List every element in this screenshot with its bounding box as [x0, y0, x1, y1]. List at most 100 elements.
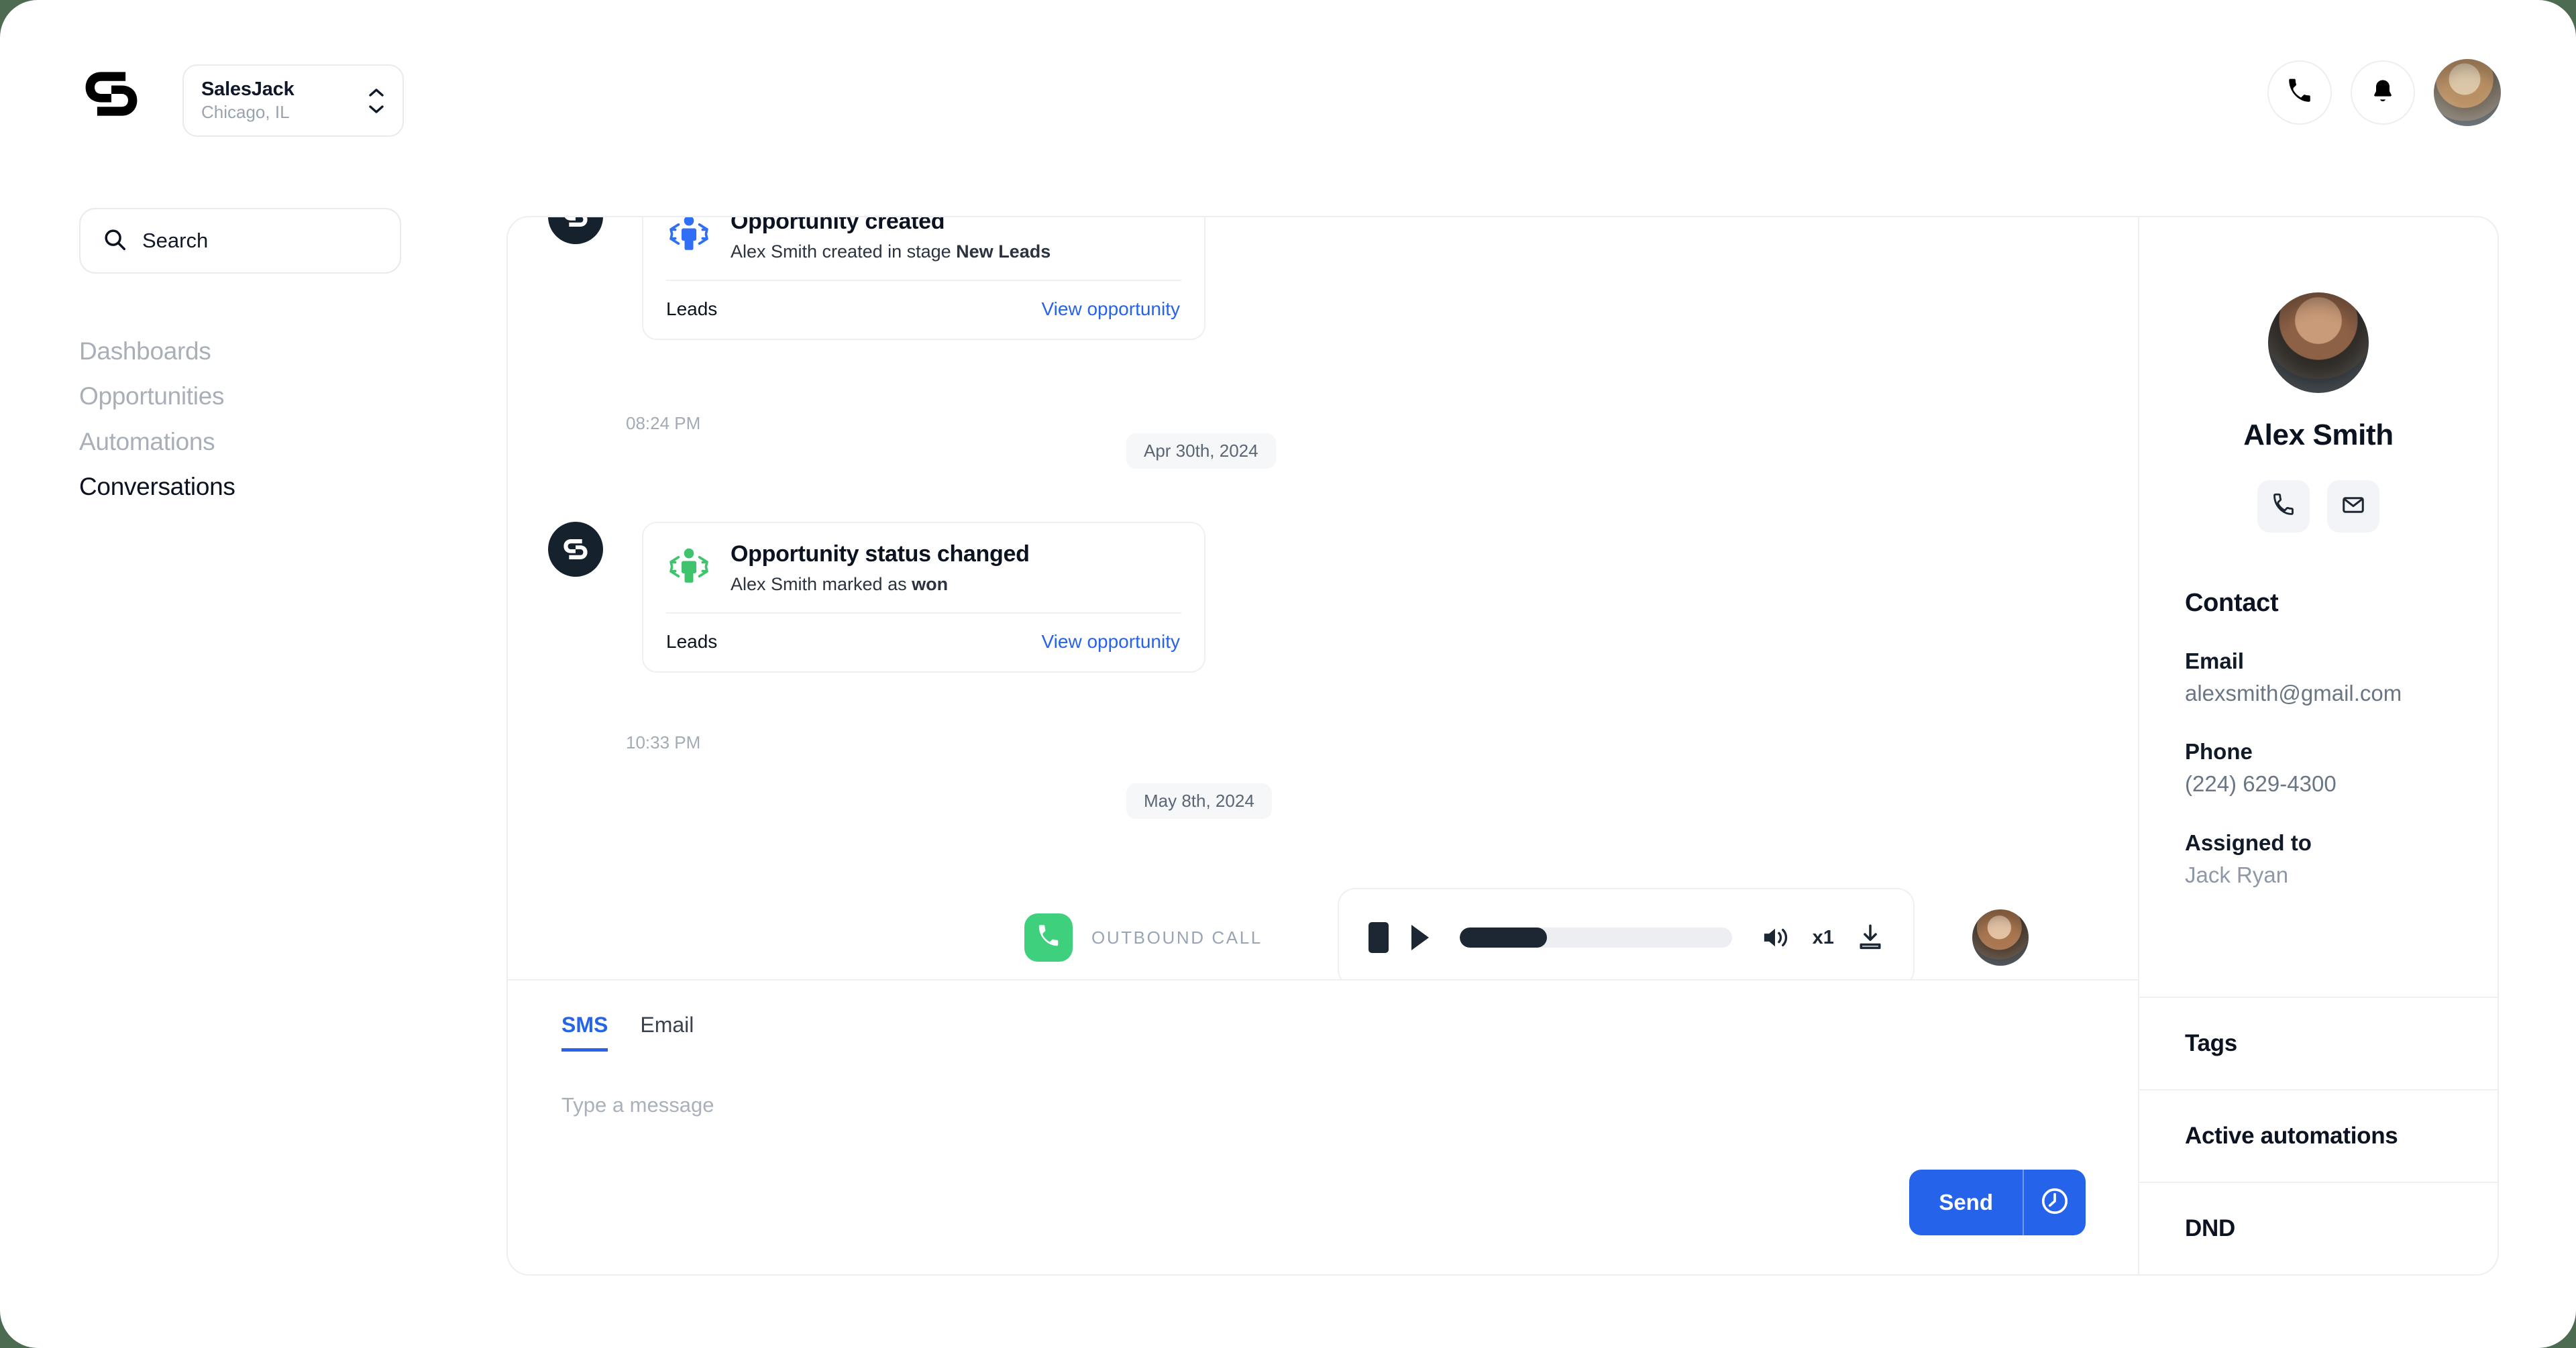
send-button-group: Send [1909, 1170, 2086, 1235]
event-footer: Leads View opportunity [643, 281, 1204, 339]
sidebar-item-automations[interactable]: Automations [79, 426, 415, 457]
opportunity-status-card[interactable]: Opportunity status changed Alex Smith ma… [642, 522, 1205, 673]
outbound-call-badge [1024, 913, 1073, 962]
event-timestamp: 08:24 PM [626, 413, 701, 433]
event-subtitle: Alex Smith marked as won [731, 573, 1030, 596]
contact-field-email: Email alexsmith@gmail.com [2185, 647, 2498, 708]
send-button[interactable]: Send [1909, 1170, 2023, 1235]
contact-call-button[interactable] [2257, 480, 2310, 532]
contact-field-phone: Phone (224) 629-4300 [2185, 738, 2498, 799]
view-opportunity-link[interactable]: View opportunity [1042, 298, 1181, 320]
field-value[interactable]: (224) 629-4300 [2185, 769, 2498, 799]
salesjack-logo-icon[interactable] [79, 62, 144, 126]
chevron-up-down-icon [368, 88, 385, 114]
audio-progress-fill [1459, 928, 1547, 948]
play-icon[interactable] [1409, 923, 1432, 952]
phone-icon [2286, 77, 2314, 109]
accordion-tags[interactable]: Tags [2139, 997, 2498, 1089]
contact-avatar [2268, 292, 2369, 393]
accordion-dnd[interactable]: DND [2139, 1182, 2498, 1274]
sidebar-item-conversations[interactable]: Conversations [79, 471, 415, 502]
event-subtitle-text: Alex Smith marked as [731, 573, 912, 594]
date-separator: Apr 30th, 2024 [1126, 433, 1276, 469]
event-pipeline-label: Leads [666, 298, 718, 319]
contact-name: Alex Smith [2243, 418, 2394, 451]
call-recording-row: OUTBOUND CALL x1 [1024, 888, 2029, 987]
download-icon[interactable] [1857, 923, 1884, 952]
opportunity-status-icon [666, 544, 712, 593]
workspace-name: SalesJack [201, 78, 294, 100]
composer-tabs: SMS Email [561, 1013, 694, 1052]
audio-progress-bar[interactable] [1459, 928, 1732, 948]
notifications-button[interactable] [2351, 60, 2415, 125]
sidebar-item-dashboards[interactable]: Dashboards [79, 335, 415, 367]
audio-player: x1 [1337, 888, 1915, 987]
accordion-active-automations[interactable]: Active automations [2139, 1089, 2498, 1182]
event-header: Opportunity status changed Alex Smith ma… [643, 523, 1204, 612]
contact-panel: Alex Smith Contact Email alexsmith@gmail… [2138, 217, 2498, 1274]
sidebar: Search Dashboards Opportunities Automati… [79, 208, 415, 502]
volume-icon[interactable] [1760, 923, 1790, 952]
brand-avatar [548, 522, 603, 577]
conversation-card: Opportunity created Alex Smith created i… [506, 216, 2499, 1276]
phone-icon [2271, 493, 2296, 520]
tab-sms[interactable]: SMS [561, 1013, 608, 1052]
event-subtitle-emphasis: New Leads [956, 241, 1051, 262]
phone-button[interactable] [2267, 60, 2332, 125]
event-footer: Leads View opportunity [643, 614, 1204, 671]
workspace-text: SalesJack Chicago, IL [201, 77, 368, 124]
event-text: Opportunity status changed Alex Smith ma… [731, 541, 1030, 596]
event-header: Opportunity created Alex Smith created i… [643, 217, 1204, 280]
contact-accordion: Tags Active automations DND [2139, 997, 2498, 1274]
phone-icon [1036, 923, 1061, 952]
contact-field-assigned-to: Assigned to Jack Ryan [2185, 829, 2498, 890]
event-pipeline-label: Leads [666, 630, 718, 652]
field-value[interactable]: Jack Ryan [2185, 860, 2498, 891]
contact-quick-actions [2139, 480, 2498, 532]
tab-email[interactable]: Email [640, 1013, 694, 1052]
mail-icon [2341, 492, 2366, 521]
brand-avatar [548, 217, 603, 244]
event-subtitle-text: Alex Smith created in stage [731, 241, 957, 262]
schedule-send-button[interactable] [2024, 1170, 2086, 1235]
sidebar-item-opportunities[interactable]: Opportunities [79, 380, 415, 412]
search-input[interactable]: Search [79, 208, 401, 274]
event-title: Opportunity status changed [731, 541, 1030, 567]
search-icon [102, 227, 127, 256]
contact-section-title: Contact [2185, 589, 2279, 617]
field-label: Email [2185, 649, 2245, 673]
event-subtitle: Alex Smith created in stage New Leads [731, 241, 1051, 264]
thread-event-row: Opportunity created Alex Smith created i… [548, 217, 1205, 340]
app-window: SalesJack Chicago, IL Search Dashboards … [0, 0, 2576, 1348]
event-timestamp: 10:33 PM [626, 732, 701, 752]
sidebar-nav: Dashboards Opportunities Automations Con… [79, 335, 415, 502]
date-separator: May 8th, 2024 [1126, 783, 1272, 819]
call-direction-label: OUTBOUND CALL [1091, 927, 1263, 948]
clock-icon [2039, 1186, 2070, 1220]
event-text: Opportunity created Alex Smith created i… [731, 217, 1051, 264]
search-placeholder: Search [142, 229, 209, 252]
avatar[interactable] [2434, 59, 2501, 126]
top-bar-actions [2267, 59, 2501, 126]
field-label: Phone [2185, 739, 2253, 765]
workspace-switcher[interactable]: SalesJack Chicago, IL [182, 64, 404, 137]
field-value[interactable]: alexsmith@gmail.com [2185, 679, 2498, 709]
workspace-location: Chicago, IL [201, 102, 290, 123]
message-input[interactable]: Type a message [561, 1093, 2084, 1117]
playback-speed-button[interactable]: x1 [1813, 927, 1834, 949]
event-title: Opportunity created [731, 217, 945, 234]
contact-details: Contact Email alexsmith@gmail.com Phone … [2139, 532, 2498, 890]
stop-icon[interactable] [1368, 922, 1389, 953]
contact-header: Alex Smith [2139, 217, 2498, 532]
field-label: Assigned to [2185, 830, 2312, 855]
agent-avatar [1972, 909, 2029, 966]
contact-email-button[interactable] [2327, 480, 2379, 532]
opportunity-created-icon [666, 217, 712, 260]
top-bar: SalesJack Chicago, IL [0, 0, 2576, 194]
message-composer: SMS Email Type a message Send [508, 979, 2138, 1274]
opportunity-created-card[interactable]: Opportunity created Alex Smith created i… [642, 217, 1205, 340]
bell-icon [2369, 78, 2396, 108]
event-subtitle-emphasis: won [912, 573, 949, 594]
thread-event-row: Opportunity status changed Alex Smith ma… [548, 522, 1205, 673]
view-opportunity-link[interactable]: View opportunity [1042, 631, 1181, 653]
